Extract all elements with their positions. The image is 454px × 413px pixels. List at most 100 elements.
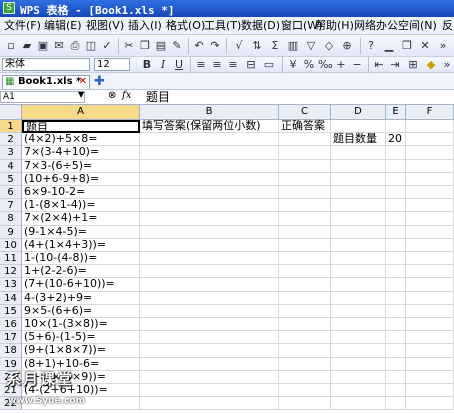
cell-c[interactable] xyxy=(279,357,331,371)
cell-b[interactable] xyxy=(140,384,279,398)
column-header-f[interactable]: F xyxy=(406,105,454,120)
align-right-icon[interactable]: ≡ xyxy=(226,58,240,72)
cell-d[interactable] xyxy=(331,304,386,318)
cell-c[interactable] xyxy=(279,133,331,147)
merge-center-icon[interactable]: ⊟ xyxy=(244,58,258,72)
cell-f[interactable] xyxy=(406,225,454,239)
cell-e[interactable] xyxy=(386,291,406,305)
cell-b[interactable] xyxy=(140,238,279,252)
cell-f[interactable] xyxy=(406,199,454,213)
column-header-b[interactable]: B xyxy=(140,105,279,120)
cell-a[interactable]: (1-(8×1-4))= xyxy=(22,198,140,213)
italic-icon[interactable]: I xyxy=(156,58,170,72)
cell-b[interactable] xyxy=(140,225,279,239)
cell-b[interactable] xyxy=(140,199,279,213)
cell-c[interactable] xyxy=(279,397,331,411)
select-all-corner[interactable] xyxy=(0,105,22,120)
cell-f[interactable] xyxy=(406,172,454,186)
cell-f[interactable] xyxy=(406,159,454,173)
column-header-c[interactable]: C xyxy=(279,105,331,120)
filter-icon[interactable]: ▽ xyxy=(304,39,318,53)
close-icon[interactable]: ✕ xyxy=(418,39,432,53)
cell-d[interactable] xyxy=(331,199,386,213)
cell-f[interactable] xyxy=(406,133,454,147)
menu-view[interactable]: 视图(V) xyxy=(86,19,124,33)
cell-e[interactable] xyxy=(386,331,406,345)
cell-b[interactable] xyxy=(140,172,279,186)
drawing-icon[interactable]: ◇ xyxy=(322,39,336,53)
cell-d[interactable] xyxy=(331,384,386,398)
cell-c[interactable] xyxy=(279,265,331,279)
cell-d[interactable] xyxy=(331,278,386,292)
open-folder-icon[interactable]: ▰ xyxy=(20,39,34,53)
cell-b[interactable] xyxy=(140,133,279,147)
cell-b[interactable] xyxy=(140,397,279,411)
row-header[interactable]: 13 xyxy=(0,278,22,292)
cell-d[interactable] xyxy=(331,265,386,279)
cell-e[interactable] xyxy=(386,252,406,266)
menu-insert[interactable]: 插入(I) xyxy=(128,19,162,33)
borders-icon[interactable]: ⊞ xyxy=(406,58,420,72)
cell-b[interactable] xyxy=(140,212,279,226)
new-tab-icon[interactable]: ✚ xyxy=(94,74,105,89)
cell-c[interactable] xyxy=(279,318,331,332)
save-icon[interactable]: ▣ xyxy=(36,39,50,53)
cell-d[interactable] xyxy=(331,159,386,173)
row-header[interactable]: 15 xyxy=(0,304,22,318)
fill-color-icon[interactable]: ◆ xyxy=(424,58,438,72)
cell-b[interactable] xyxy=(140,186,279,200)
cell-d[interactable] xyxy=(331,397,386,411)
paste-icon[interactable]: ▤ xyxy=(154,39,168,53)
cell-f[interactable] xyxy=(406,278,454,292)
cell-d[interactable] xyxy=(331,370,386,384)
cell-f[interactable] xyxy=(406,397,454,411)
align-left-icon[interactable]: ≡ xyxy=(194,58,208,72)
column-header-d[interactable]: D xyxy=(331,105,386,120)
menu-format[interactable]: 格式(O) xyxy=(166,19,205,33)
print-preview-icon[interactable]: ◫ xyxy=(84,39,98,53)
cell-c[interactable] xyxy=(279,172,331,186)
cell-a[interactable]: 9×5-(6+6)= xyxy=(22,304,140,318)
align-center-icon[interactable]: ≡ xyxy=(210,58,224,72)
row-header[interactable]: 16 xyxy=(0,318,22,332)
cell-d[interactable] xyxy=(331,172,386,186)
toolbar-chevron-icon[interactable]: » xyxy=(436,39,450,53)
cell-d[interactable] xyxy=(331,331,386,345)
print-icon[interactable]: ⎙ xyxy=(68,39,82,53)
cell-d[interactable] xyxy=(331,252,386,266)
font-name-select[interactable]: 宋体 xyxy=(2,58,90,71)
underline-icon[interactable]: U xyxy=(172,58,186,72)
undo-icon[interactable]: ↶ xyxy=(192,39,206,53)
menu-tools[interactable]: 工具(T) xyxy=(204,19,241,33)
percent-format-icon[interactable]: % xyxy=(302,58,316,72)
cell-a[interactable]: (9+(1×8×7))= xyxy=(22,344,140,358)
cell-c[interactable] xyxy=(279,278,331,292)
merge-cells-icon[interactable]: ▭ xyxy=(262,58,276,72)
cell-e[interactable] xyxy=(386,318,406,332)
cell-e[interactable] xyxy=(386,265,406,279)
row-header[interactable]: 10 xyxy=(0,238,22,252)
cell-e[interactable]: 20 xyxy=(386,132,406,147)
cell-e[interactable] xyxy=(386,172,406,186)
thousands-separator-icon[interactable]: ‰ xyxy=(318,58,333,72)
row-header[interactable]: 1 xyxy=(0,120,22,134)
row-header[interactable]: 18 xyxy=(0,344,22,358)
zoom-icon[interactable]: ⊕ xyxy=(340,39,354,53)
cell-b[interactable] xyxy=(140,318,279,332)
currency-format-icon[interactable]: ¥ xyxy=(286,58,300,72)
cell-b[interactable] xyxy=(140,278,279,292)
indent-icon[interactable]: ⇥ xyxy=(388,58,402,72)
redo-icon[interactable]: ↷ xyxy=(208,39,222,53)
column-header-e[interactable]: E xyxy=(386,105,406,120)
cell-e[interactable] xyxy=(386,212,406,226)
row-header[interactable]: 7 xyxy=(0,199,22,213)
cell-d[interactable] xyxy=(331,186,386,200)
dropdown-arrow-icon[interactable]: ▼ xyxy=(78,90,84,99)
cell-f[interactable] xyxy=(406,331,454,345)
cell-f[interactable] xyxy=(406,304,454,318)
cell-b[interactable] xyxy=(140,265,279,279)
row-header[interactable]: 17 xyxy=(0,331,22,345)
copy-icon[interactable]: ❐ xyxy=(138,39,152,53)
cell-a[interactable]: 1+(2-2-6)= xyxy=(22,264,140,279)
cell-f[interactable] xyxy=(406,370,454,384)
